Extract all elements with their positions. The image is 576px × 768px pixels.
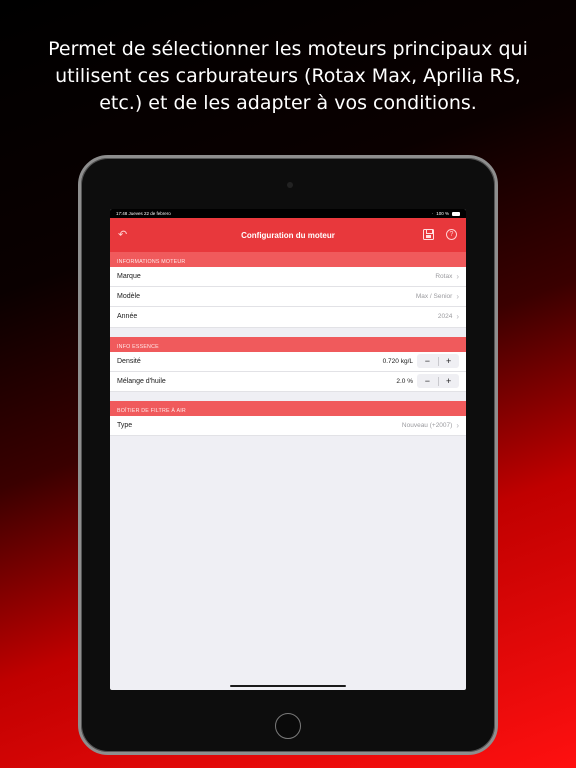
promo-headline: Permet de sélectionner les moteurs princ…	[48, 38, 528, 114]
row-label: Densité	[117, 357, 141, 365]
home-button[interactable]	[275, 713, 301, 739]
row-label: Année	[117, 313, 138, 321]
section-header-fuel: INFO ESSENCE	[110, 336, 466, 352]
row-label: Type	[117, 422, 133, 430]
ipad-frame: 17:48 Jueves 22 de febrero ⋅ 100 % ↶ Con…	[78, 155, 498, 755]
back-arrow-icon[interactable]: ↶	[118, 228, 132, 242]
row-label: Modèle	[117, 293, 140, 301]
section-header-airbox: BOÎTIER DE FILTRE À AIR	[110, 400, 466, 416]
wifi-icon: ⋅	[431, 210, 434, 216]
density-decrement-button[interactable]: −	[417, 354, 438, 368]
density-increment-button[interactable]: +	[438, 354, 459, 368]
status-date: Jueves 22 de febrero	[128, 211, 171, 216]
row-value: Nouveau (+2007)	[401, 422, 453, 430]
row-label: Mélange d'huile	[117, 377, 166, 385]
row-label: Marque	[117, 273, 141, 281]
chevron-right-icon: ›	[456, 421, 459, 431]
density-value: 0.720 kg/L	[382, 357, 413, 365]
navigation-bar: ↶ Configuration du moteur ?	[110, 218, 466, 252]
battery-icon	[452, 211, 460, 216]
oil-mix-increment-button[interactable]: +	[438, 374, 459, 388]
section-header-engine: INFORMATIONS MOTEUR	[110, 252, 466, 267]
chevron-right-icon: ›	[456, 312, 459, 322]
density-stepper: − +	[417, 354, 459, 369]
row-annee[interactable]: Année 2024 ›	[110, 307, 466, 328]
row-marque[interactable]: Marque Rotax ›	[110, 267, 466, 288]
section-gap	[110, 327, 466, 337]
row-melange-huile: Mélange d'huile 2.0 % − +	[110, 371, 466, 392]
row-value: Rotax	[435, 273, 453, 281]
oil-mix-decrement-button[interactable]: −	[417, 374, 438, 388]
status-battery-label: 100 %	[436, 211, 449, 216]
row-value: Max / Senior	[415, 293, 453, 301]
save-icon[interactable]	[423, 229, 434, 240]
row-type[interactable]: Type Nouveau (+2007) ›	[110, 415, 466, 437]
oil-mix-value: 2.0 %	[396, 377, 413, 385]
section-gap	[110, 391, 466, 401]
row-modele[interactable]: Modèle Max / Senior ›	[110, 287, 466, 308]
status-bar: 17:48 Jueves 22 de febrero ⋅ 100 %	[110, 209, 466, 218]
home-indicator	[230, 685, 346, 687]
chevron-right-icon: ›	[456, 272, 459, 282]
oil-mix-stepper: − +	[417, 374, 459, 389]
chevron-right-icon: ›	[456, 292, 459, 302]
row-densite: Densité 0.720 kg/L − +	[110, 351, 466, 372]
app-screen: 17:48 Jueves 22 de febrero ⋅ 100 % ↶ Con…	[110, 209, 466, 690]
row-value: 2024	[437, 313, 453, 321]
help-icon[interactable]: ?	[446, 229, 457, 240]
front-camera	[287, 182, 293, 188]
status-time: 17:48	[116, 211, 128, 216]
page-title: Configuration du moteur	[241, 230, 335, 240]
